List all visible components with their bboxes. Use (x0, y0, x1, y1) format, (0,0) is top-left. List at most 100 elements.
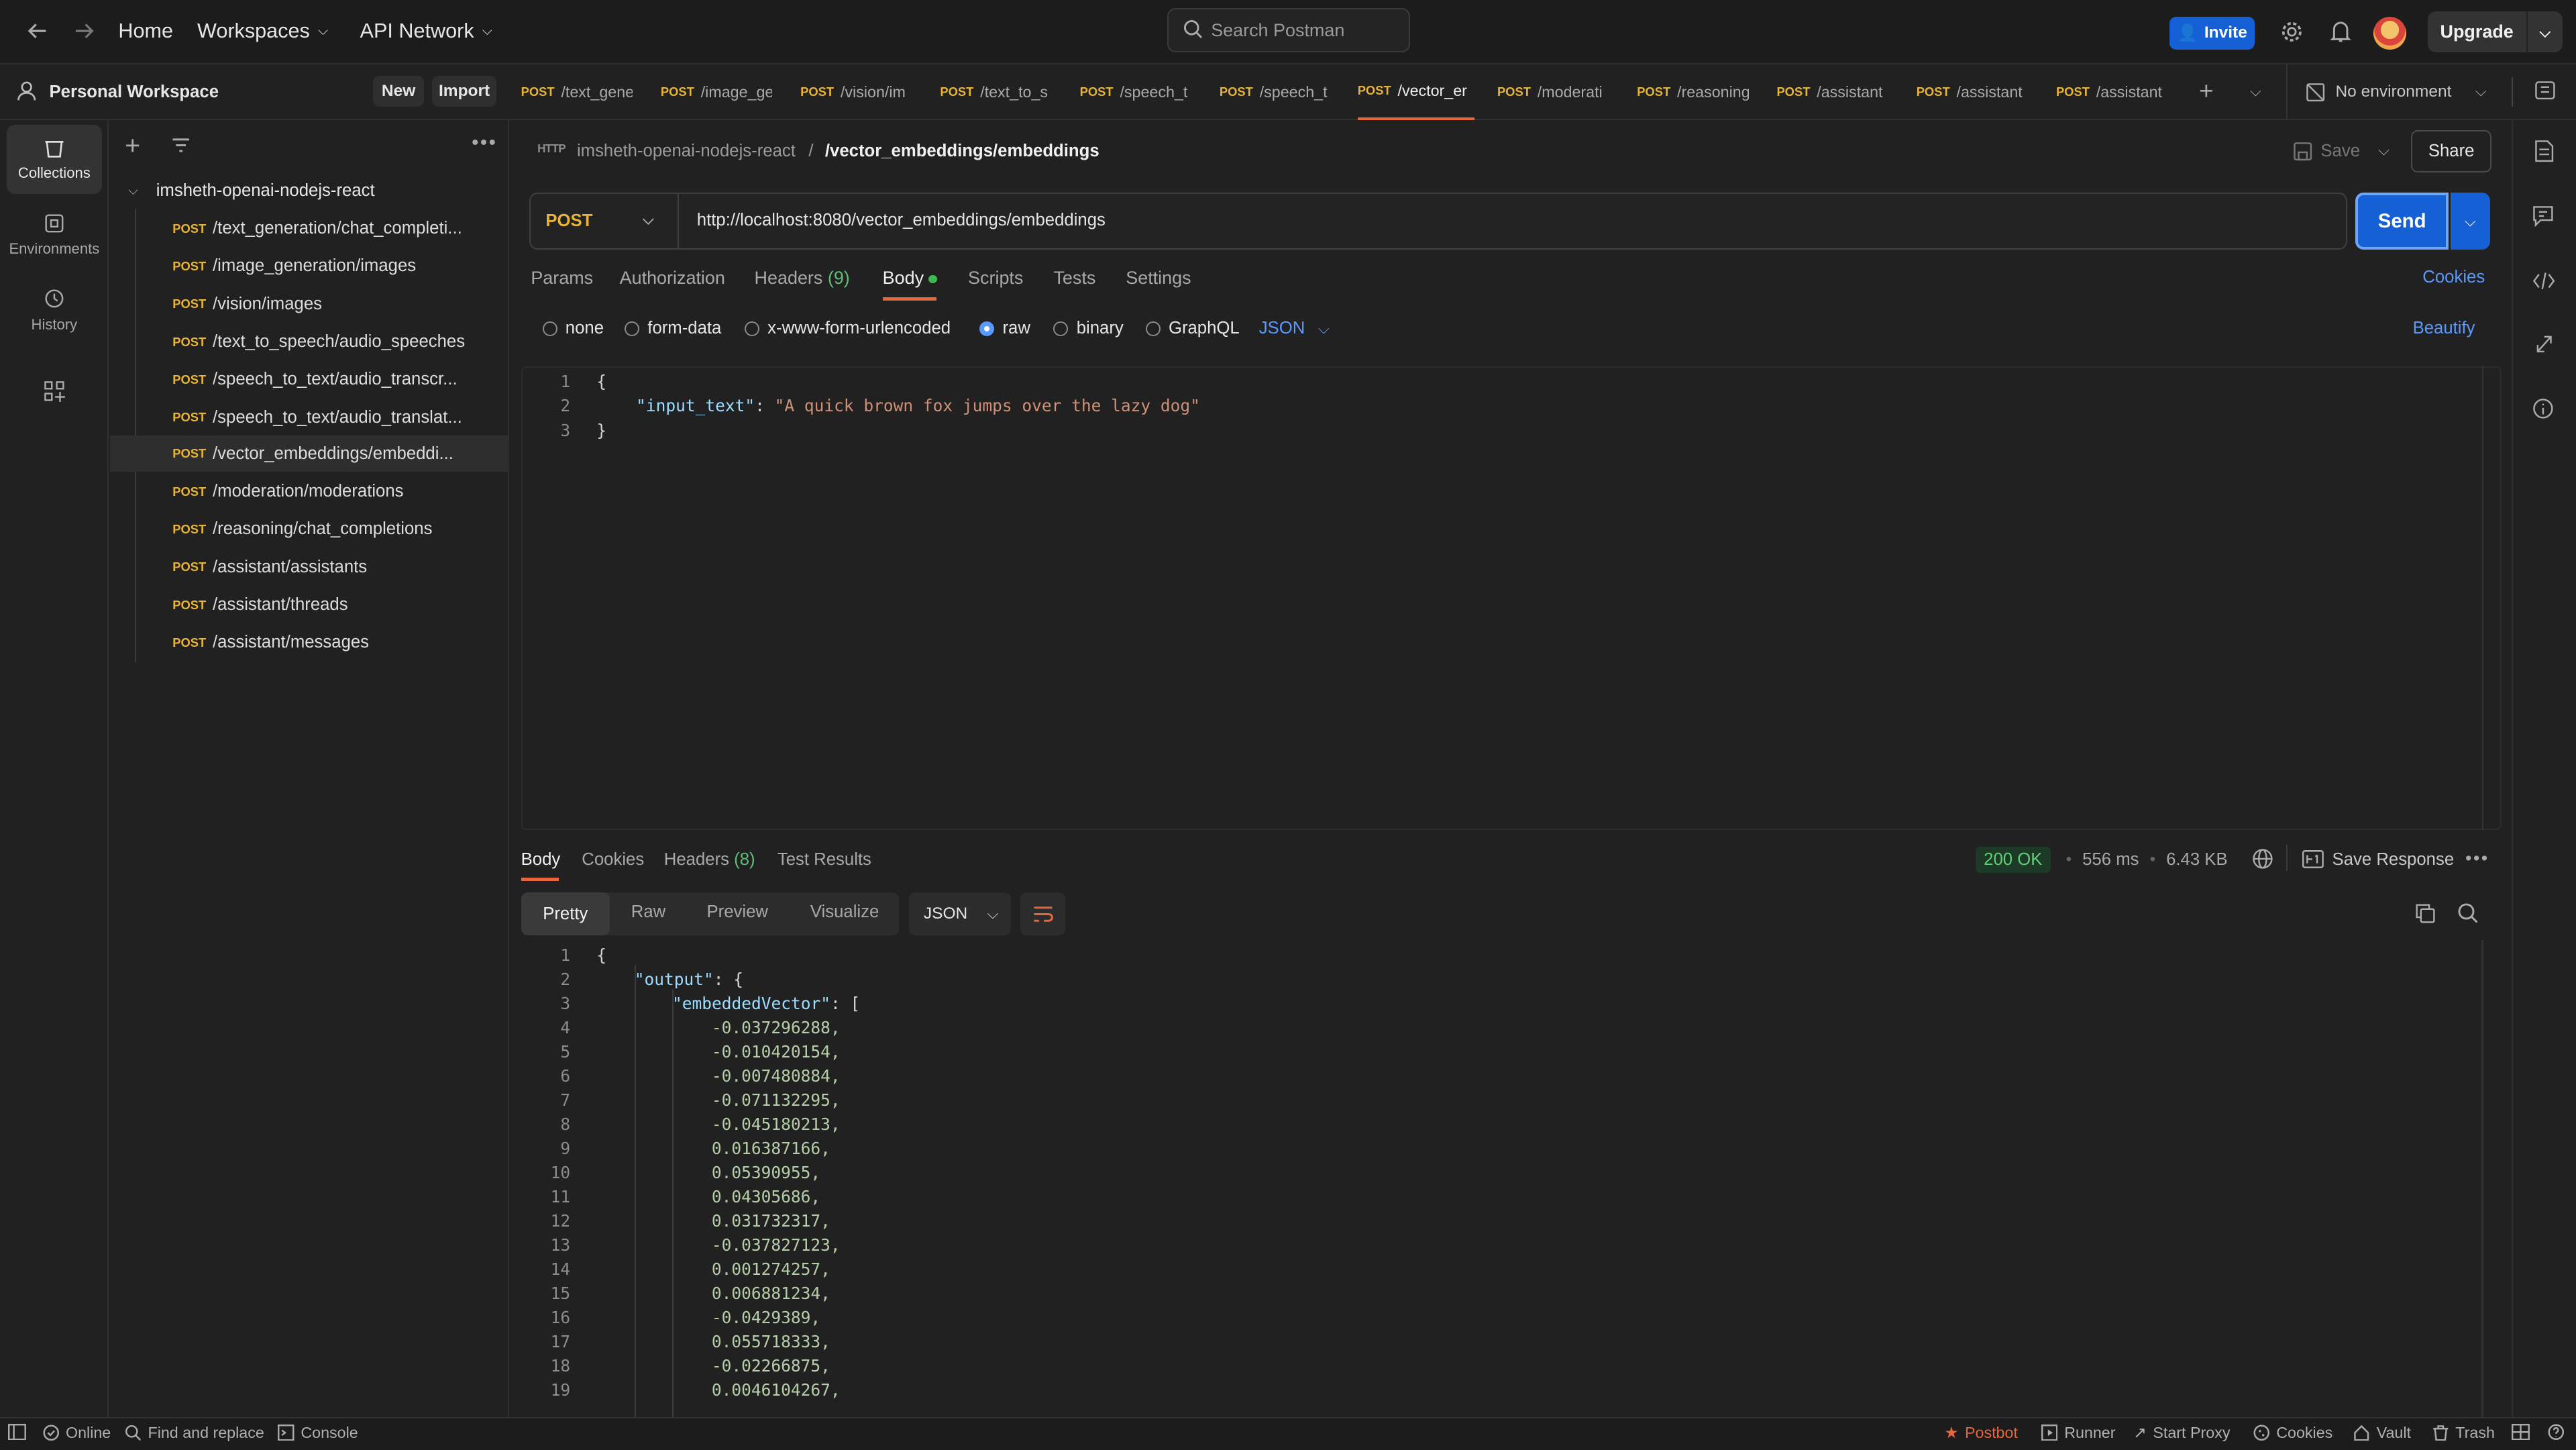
find-replace-button[interactable]: Find and replace (125, 1424, 264, 1442)
list-item-selected[interactable]: POST/vector_embeddings/embeddi... (110, 435, 510, 472)
comments-icon[interactable] (2532, 205, 2554, 227)
view-preview-button[interactable]: Preview (707, 902, 768, 922)
request-tab[interactable]: POST/speech_t (1220, 64, 1332, 120)
save-options-chevron-icon[interactable]: ⌵ (2378, 142, 2390, 159)
tab-authorization[interactable]: Authorization (620, 268, 725, 289)
home-link[interactable]: Home (118, 19, 173, 43)
api-network-menu[interactable]: API Network ⌵ (360, 19, 492, 43)
tabs-overflow-chevron-icon[interactable]: ⌵ (2250, 83, 2261, 100)
request-tab[interactable]: POST/assistant (2056, 64, 2168, 120)
invite-button[interactable]: 👤 Invite (2169, 16, 2255, 50)
trash-button[interactable]: Trash (2432, 1424, 2495, 1442)
code-snippet-icon[interactable] (2532, 271, 2555, 291)
list-item[interactable]: POST/assistant/assistants (110, 549, 509, 585)
radio-form-data[interactable]: form-data (625, 319, 721, 338)
list-item[interactable]: POST/text_generation/chat_completi... (110, 211, 509, 247)
list-item[interactable]: POST/moderation/moderations (110, 474, 509, 510)
toggle-sidebar-icon[interactable] (8, 1423, 27, 1441)
start-proxy-button[interactable]: ↗ Start Proxy (2133, 1424, 2230, 1442)
request-tab[interactable]: POST/image_ge (661, 64, 773, 120)
sidebar-item-configure[interactable] (7, 358, 102, 424)
add-collection-plus-icon[interactable]: + (125, 132, 140, 161)
save-response-button[interactable]: Save Response (2332, 850, 2455, 870)
globe-network-icon[interactable] (2252, 848, 2273, 870)
request-tab[interactable]: POST/vision/im (800, 64, 912, 120)
info-icon[interactable] (2532, 398, 2554, 419)
tab-tests[interactable]: Tests (1053, 268, 1095, 289)
environment-quick-look-icon[interactable] (2534, 81, 2556, 100)
search-icon[interactable] (2457, 902, 2479, 924)
list-item[interactable]: POST/text_to_speech/audio_speeches (110, 324, 509, 360)
list-item[interactable]: POST/vision/images (110, 286, 509, 322)
response-body-viewer[interactable]: 1 2 3 4 5 6 7 8 9 10 11 12 13 14 15 16 1… (521, 940, 2512, 1417)
response-format-select[interactable]: JSON ⌵ (908, 892, 1011, 936)
response-tab-test-results[interactable]: Test Results (777, 850, 871, 870)
send-options-chevron-icon[interactable]: ⌵ (2450, 192, 2490, 250)
vault-button[interactable]: Vault (2353, 1424, 2411, 1442)
response-tab-cookies[interactable]: Cookies (582, 850, 644, 870)
settings-gear-icon[interactable] (2279, 19, 2304, 44)
share-button[interactable]: Share (2411, 130, 2492, 173)
user-avatar[interactable] (2373, 16, 2406, 50)
back-arrow-icon[interactable] (26, 19, 49, 42)
method-select[interactable]: POST ⌵ (531, 194, 679, 248)
import-button[interactable]: Import (432, 75, 496, 107)
sidebar-item-history[interactable]: History (7, 276, 102, 346)
filter-icon[interactable] (171, 136, 191, 154)
new-button[interactable]: New (373, 75, 425, 107)
online-status[interactable]: Online (43, 1424, 111, 1442)
workspaces-menu[interactable]: Workspaces ⌵ (197, 19, 328, 43)
view-raw-button[interactable]: Raw (631, 902, 665, 922)
copy-icon[interactable] (2414, 902, 2436, 924)
breadcrumb-parent[interactable]: imsheth-openai-nodejs-react (577, 142, 796, 161)
list-item[interactable]: POST/speech_to_text/audio_translat... (110, 399, 509, 435)
search-input[interactable]: Search Postman (1167, 8, 1411, 53)
radio-graphql[interactable]: GraphQL (1145, 319, 1240, 338)
list-item[interactable]: POST/image_generation/images (110, 248, 509, 284)
sidebar-item-environments[interactable]: Environments (7, 201, 102, 270)
language-select[interactable]: JSON ⌵ (1259, 319, 1330, 338)
view-pretty-button[interactable]: Pretty (521, 892, 610, 936)
request-tab[interactable]: POST/assistant (1917, 64, 2029, 120)
postbot-button[interactable]: ★ Postbot (1944, 1424, 2018, 1442)
list-item[interactable]: POST/speech_to_text/audio_transcr... (110, 362, 509, 398)
forward-arrow-icon[interactable] (72, 19, 95, 42)
cookies-button[interactable]: Cookies (2253, 1424, 2332, 1442)
response-time[interactable]: 556 ms (2082, 850, 2139, 870)
list-item[interactable]: POST/assistant/messages (110, 625, 509, 661)
request-tab[interactable]: POST/speech_t (1080, 64, 1192, 120)
tab-headers[interactable]: Headers (9) (755, 268, 850, 289)
runner-button[interactable]: Runner (2041, 1424, 2116, 1442)
radio-urlencoded[interactable]: x-www-form-urlencoded (744, 319, 951, 338)
chevron-down-icon[interactable]: ⌵ (2475, 83, 2487, 100)
tab-settings[interactable]: Settings (1126, 268, 1191, 289)
list-item[interactable]: POST/reasoning/chat_completions (110, 511, 509, 548)
wrap-lines-icon[interactable] (1020, 892, 1065, 936)
chevron-down-icon[interactable]: ⌵ (2528, 23, 2562, 41)
more-options-icon[interactable]: ••• (2465, 848, 2489, 869)
request-tab[interactable]: POST/reasoning (1637, 64, 1749, 120)
radio-binary[interactable]: binary (1053, 319, 1124, 338)
request-tab[interactable]: POST/moderati (1497, 64, 1609, 120)
view-visualize-button[interactable]: Visualize (810, 902, 879, 922)
cookies-link[interactable]: Cookies (2422, 268, 2485, 287)
related-collections-icon[interactable] (2534, 333, 2554, 355)
upgrade-button[interactable]: Upgrade ⌵ (2427, 11, 2563, 53)
help-icon[interactable] (2547, 1424, 2565, 1441)
beautify-link[interactable]: Beautify (2413, 319, 2475, 338)
request-tab-active[interactable]: POST/vector_er (1357, 64, 1474, 120)
more-options-icon[interactable]: ••• (472, 132, 497, 154)
list-item[interactable]: POST/assistant/threads (110, 587, 509, 623)
request-tab[interactable]: POST/text_gene (521, 64, 633, 120)
tab-body[interactable]: Body (883, 268, 937, 289)
send-button[interactable]: Send (2355, 192, 2449, 250)
request-tab[interactable]: POST/assistant (1776, 64, 1888, 120)
response-tab-body[interactable]: Body (521, 850, 561, 870)
sidebar-item-collections[interactable]: Collections (6, 125, 102, 195)
documentation-icon[interactable] (2534, 140, 2554, 162)
request-tab[interactable]: POST/text_to_s (940, 64, 1052, 120)
status-badge[interactable]: 200 OK (1975, 846, 2051, 873)
radio-raw[interactable]: raw (979, 319, 1030, 338)
tab-scripts[interactable]: Scripts (968, 268, 1023, 289)
radio-none[interactable]: none (542, 319, 604, 338)
